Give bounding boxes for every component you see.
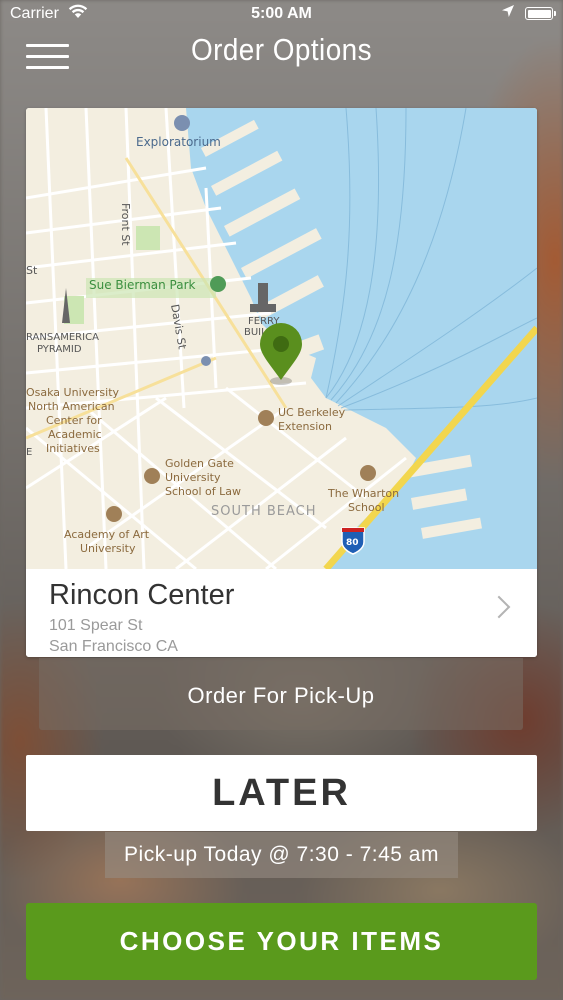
map-label-wharton-2: School [348,501,385,514]
location-name: Rincon Center [49,579,235,611]
clock: 5:00 AM [251,5,312,22]
map-label-transamerica-1: RANSAMERICA [26,332,99,343]
choose-items-button[interactable]: CHOOSE YOUR ITEMS [26,903,537,980]
map-label-osaka-4: Academic [48,428,102,441]
map-label-edge-e: E [26,447,32,458]
map-label-sue-bierman: Sue Bierman Park [89,278,196,292]
map-label-exploratorium: Exploratorium [136,135,221,149]
status-bar: Carrier 5:00 AM [0,0,563,30]
map-label-osaka-2: North American [28,400,115,413]
map-label-front-st: Front St [119,203,132,246]
map-label-academy-1: Academy of Art [64,528,150,541]
map-label-osaka-5: Initiatives [46,442,100,455]
location-card[interactable]: Exploratorium Front St Davis St St Sue B… [26,108,537,657]
map-label-wharton-1: The Wharton [327,487,399,500]
map-label-ucb-1: UC Berkeley [278,406,346,419]
order-mode-selector[interactable]: Order For Pick-Up [39,658,523,730]
location-address-line1: 101 Spear St [49,617,143,634]
page-title: Order Options [190,32,373,67]
map-label-osaka-3: Center for [46,414,102,427]
map-label-south-beach: SOUTH BEACH [211,504,317,519]
map-label-osaka-1: Osaka University [26,386,120,399]
map-label-ggu-2: University [165,471,221,484]
map-label-ggu-1: Golden Gate [165,457,234,470]
location-arrow-icon [501,4,515,21]
chevron-right-icon[interactable] [487,595,511,619]
map-label-ggu-3: School of Law [165,485,241,498]
map-label-transamerica-2: PYRAMID [37,344,82,355]
map-view[interactable]: Exploratorium Front St Davis St St Sue B… [26,108,537,569]
location-address-line2: San Francisco CA [49,638,178,655]
pickup-time-selector[interactable]: Pick-up Today @ 7:30 - 7:45 am [105,832,458,878]
interstate-80-shield: 80 [346,538,359,548]
map-label-st: St [26,264,38,277]
map-label-ucb-2: Extension [278,420,332,433]
later-button[interactable]: LATER [26,755,537,831]
map-label-academy-2: University [80,542,136,555]
location-info[interactable]: Rincon Center 101 Spear St San Francisco… [26,569,537,657]
battery-icon [525,7,556,20]
